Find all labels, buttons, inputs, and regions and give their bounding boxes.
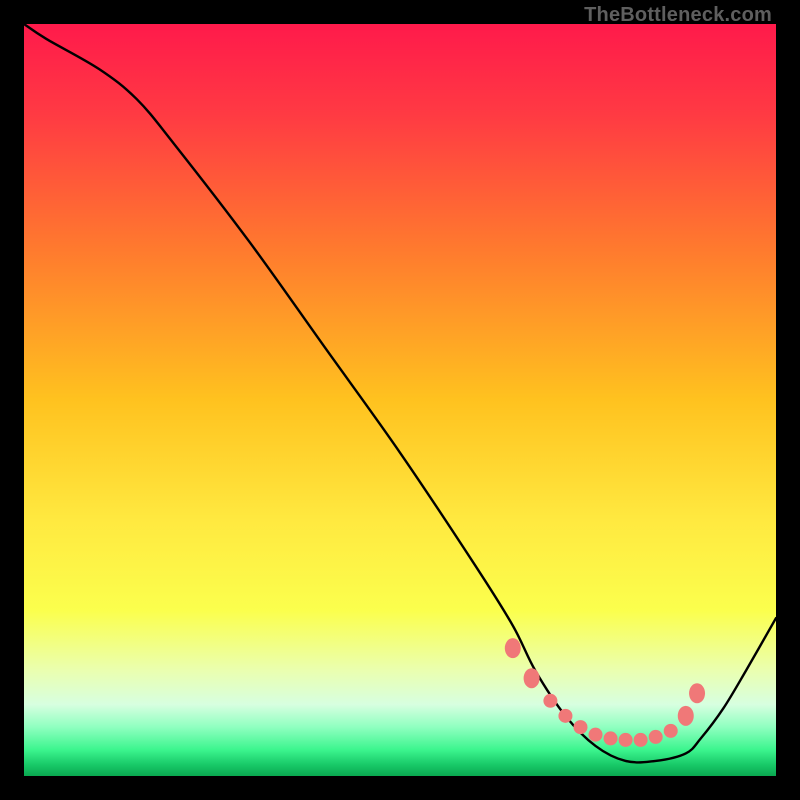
marker-dot	[689, 683, 705, 703]
marker-dot	[505, 638, 521, 658]
marker-dot	[589, 728, 603, 742]
marker-dot	[604, 731, 618, 745]
marker-dot	[649, 730, 663, 744]
marker-dot	[573, 720, 587, 734]
marker-dot	[619, 733, 633, 747]
marker-dot	[634, 733, 648, 747]
chart-svg	[24, 24, 776, 776]
marker-dot	[543, 694, 557, 708]
marker-dot	[678, 706, 694, 726]
plot-area	[24, 24, 776, 776]
marker-dot	[558, 709, 572, 723]
chart-frame: TheBottleneck.com	[0, 0, 800, 800]
marker-dot	[524, 668, 540, 688]
marker-dot	[664, 724, 678, 738]
gradient-background	[24, 24, 776, 776]
